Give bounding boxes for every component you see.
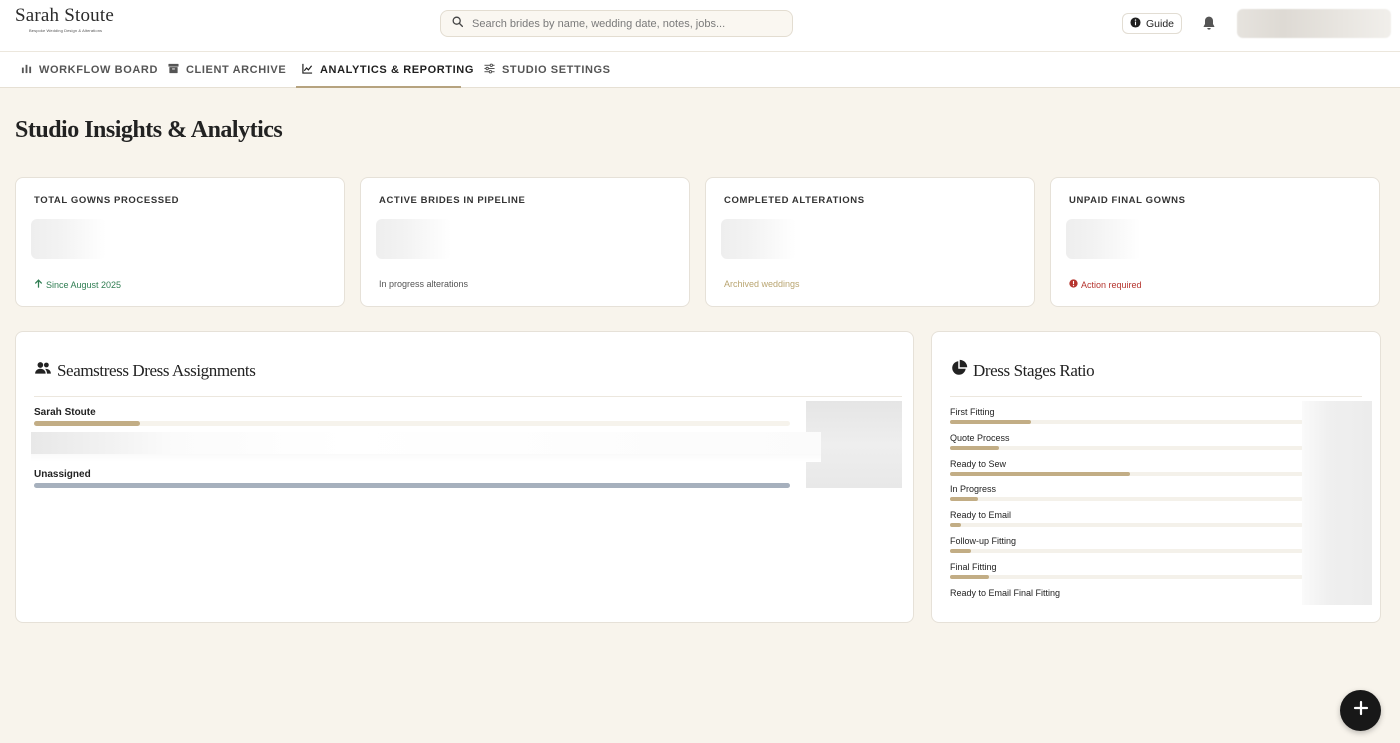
plus-icon xyxy=(1353,700,1369,721)
stat-card-active-brides: ACTIVE BRIDES IN PIPELINE In progress al… xyxy=(360,177,690,307)
stat-footnote: In progress alterations xyxy=(379,279,468,289)
stage-bar-fill xyxy=(950,445,1000,450)
top-bar: Sarah Stoute Bespoke Wedding Design & Al… xyxy=(0,0,1400,52)
stage-label: Ready to Sew xyxy=(950,458,1007,469)
search-input[interactable] xyxy=(472,17,772,30)
dress-stages-panel: Dress Stages Ratio First Fitting Quote Pr… xyxy=(931,331,1381,623)
archive-box-icon xyxy=(168,63,179,77)
active-tab-indicator xyxy=(296,86,461,88)
panel-title: Dress Stages Ratio xyxy=(950,359,1095,382)
stage-bar-fill xyxy=(950,574,989,579)
stage-bar-fill xyxy=(950,497,979,502)
tab-label: CLIENT ARCHIVE xyxy=(186,64,287,76)
stage-bar-track xyxy=(950,523,1303,528)
stat-value-redacted xyxy=(31,219,106,259)
tab-label: ANALYTICS & REPORTING xyxy=(320,64,474,76)
stat-label: ACTIVE BRIDES IN PIPELINE xyxy=(379,195,526,206)
panel-title: Seamstress Dress Assignments xyxy=(34,359,256,382)
seamstress-name: Unassigned xyxy=(34,469,91,480)
stat-footnote-text: Archived weddings xyxy=(724,279,800,289)
stage-label: Final Fitting xyxy=(950,561,997,572)
panel-title-text: Dress Stages Ratio xyxy=(973,360,1095,380)
arrow-up-icon xyxy=(34,279,43,290)
redacted-row-fade xyxy=(31,454,821,462)
redacted-row xyxy=(31,432,821,454)
add-button[interactable] xyxy=(1340,690,1381,731)
alert-circle-icon xyxy=(1069,279,1078,290)
stage-bar-fill xyxy=(950,523,961,528)
tab-label: STUDIO SETTINGS xyxy=(502,64,611,76)
stat-footnote-text: Since August 2025 xyxy=(46,279,122,290)
stat-card-unpaid-gowns: UNPAID FINAL GOWNS Action required xyxy=(1050,177,1380,307)
info-icon xyxy=(1130,16,1141,31)
notifications-bell-icon[interactable] xyxy=(1201,15,1217,31)
main-nav: WORKFLOW BOARD CLIENT ARCHIVE ANALYTICS … xyxy=(0,52,1400,88)
assignment-bar-track xyxy=(34,483,790,488)
tab-label: WORKFLOW BOARD xyxy=(39,64,158,76)
stage-label: Follow-up Fitting xyxy=(950,536,1017,546)
search-icon xyxy=(451,15,464,33)
stage-label: In Progress xyxy=(950,484,997,495)
stat-footnote: Archived weddings xyxy=(724,279,800,289)
stat-footnote: Since August 2025 xyxy=(34,279,121,290)
brand-tagline: Bespoke Wedding Design & Alterations xyxy=(29,28,103,33)
guide-label: Guide xyxy=(1145,17,1175,30)
line-chart-icon xyxy=(302,63,313,77)
panel-title-text: Seamstress Dress Assignments xyxy=(57,360,256,380)
panel-divider xyxy=(950,396,1362,397)
tab-studio-settings[interactable]: STUDIO SETTINGS xyxy=(484,52,611,88)
tab-analytics-reporting[interactable]: ANALYTICS & REPORTING xyxy=(302,52,474,88)
search-bar[interactable] xyxy=(440,10,793,37)
stage-bar-fill xyxy=(950,549,972,553)
stage-bar-track xyxy=(950,549,1303,553)
stat-card-total-gowns: TOTAL GOWNS PROCESSED Since August 2025 xyxy=(15,177,345,307)
stage-bar-track xyxy=(950,574,1303,579)
stat-footnote-text: Action required xyxy=(1081,279,1142,290)
stage-label: Ready to Email Final Fitting xyxy=(950,587,1061,598)
stage-bar-track xyxy=(950,445,1303,450)
seamstress-assignments-panel: Seamstress Dress Assignments Sarah Stout… xyxy=(15,331,914,623)
stat-footnote: Action required xyxy=(1069,279,1142,290)
panel-divider xyxy=(34,396,902,397)
user-profile-menu[interactable] xyxy=(1237,9,1391,38)
assignment-bar-track xyxy=(34,421,790,426)
tab-workflow-board[interactable]: WORKFLOW BOARD xyxy=(21,52,158,88)
stat-label: UNPAID FINAL GOWNS xyxy=(1069,195,1186,206)
stage-bar-track xyxy=(950,497,1303,502)
brand-logo[interactable]: Sarah Stoute Bespoke Wedding Design & Al… xyxy=(15,5,114,33)
stage-label: Ready to Email xyxy=(950,510,1012,521)
stat-value-redacted xyxy=(376,219,451,259)
users-icon xyxy=(34,359,52,382)
stage-bar-fill xyxy=(950,471,1131,476)
stat-value-redacted xyxy=(1066,219,1141,259)
brand-name: Sarah Stoute xyxy=(15,5,114,26)
stage-label: Quote Process xyxy=(950,432,1010,443)
bar-chart-icon xyxy=(21,63,32,77)
redacted-area xyxy=(1302,401,1372,605)
stat-footnote-text: In progress alterations xyxy=(379,279,469,289)
stage-bar-track xyxy=(950,420,1303,424)
stat-label: COMPLETED ALTERATIONS xyxy=(724,195,865,206)
stat-value-redacted xyxy=(721,219,796,259)
stage-bar-track xyxy=(950,471,1303,476)
assignment-bar-fill xyxy=(34,483,790,488)
seamstress-name: Sarah Stoute xyxy=(34,407,96,418)
guide-button[interactable]: Guide xyxy=(1122,13,1182,34)
stat-label: TOTAL GOWNS PROCESSED xyxy=(34,195,180,206)
stat-card-completed-alterations: COMPLETED ALTERATIONS Archived weddings xyxy=(705,177,1035,307)
assignment-bar-fill xyxy=(34,421,140,426)
stage-bar-fill xyxy=(950,420,1032,424)
stage-label: First Fitting xyxy=(950,407,995,417)
pie-chart-icon xyxy=(950,359,968,382)
page-title: Studio Insights & Analytics xyxy=(15,117,283,143)
tab-client-archive[interactable]: CLIENT ARCHIVE xyxy=(168,52,286,88)
sliders-icon xyxy=(484,63,495,77)
